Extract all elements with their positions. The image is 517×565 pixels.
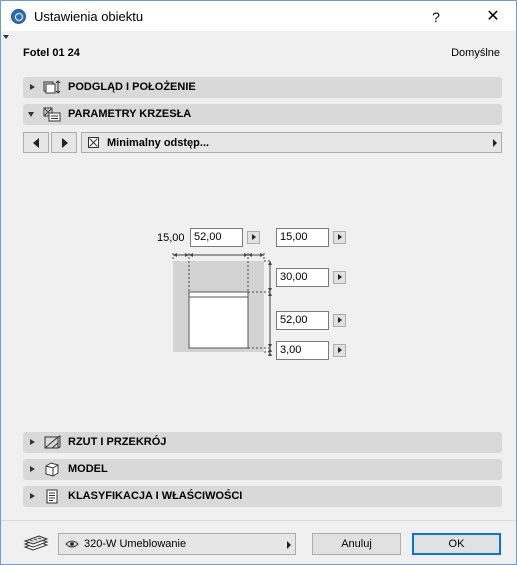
chevron-right-icon	[493, 139, 497, 147]
chair-depth-field[interactable]: 52,00	[276, 311, 329, 330]
back-clearance-field[interactable]: 30,00	[276, 268, 329, 287]
classification-icon	[46, 489, 58, 504]
eye-icon	[65, 540, 79, 548]
section-label: KLASYFIKACJA I WŁAŚCIWOŚCI	[68, 490, 243, 502]
parameter-page-navigation: Minimalny odstęp...	[23, 132, 502, 154]
section-label: PODGLĄD I POŁOŻENIE	[68, 81, 196, 93]
chair-width-field[interactable]: 52,00	[190, 228, 243, 247]
chair-parameters-icon	[43, 107, 61, 122]
collapsed-triangle-icon	[30, 493, 35, 499]
footer-separator	[1, 520, 516, 521]
chair-depth-stepper[interactable]	[333, 314, 346, 327]
layer-label: 320-W Umeblowanie	[84, 538, 187, 550]
section-label: RZUT I PRZEKRÓJ	[68, 436, 167, 448]
collapsed-triangle-icon	[30, 439, 35, 445]
help-button[interactable]: ?	[421, 6, 451, 28]
parameter-page-select[interactable]: Minimalny odstęp...	[81, 132, 502, 153]
front-clearance-field[interactable]: 3,00	[276, 341, 329, 360]
right-clearance-field[interactable]: 15,00	[276, 228, 329, 247]
layers-icon	[23, 535, 49, 551]
section-preview-position[interactable]: PODGLĄD I POŁOŻENIE	[23, 77, 502, 98]
section-model[interactable]: MODEL	[23, 459, 502, 480]
chair-width-stepper[interactable]	[247, 231, 260, 244]
collapsed-triangle-icon	[30, 466, 35, 472]
object-settings-dialog: Ustawienia obiektu ? ✕ Fotel 01 24 Domyś…	[0, 0, 517, 565]
previous-page-button[interactable]	[23, 132, 49, 153]
section-classification-properties[interactable]: KLASYFIKACJA I WŁAŚCIWOŚCI	[23, 486, 502, 507]
ok-button[interactable]: OK	[412, 533, 501, 555]
collapsed-triangle-icon	[30, 84, 35, 90]
parameter-page-label: Minimalny odstęp...	[107, 137, 210, 149]
section-label: MODEL	[68, 463, 108, 475]
clearance-page-icon	[88, 137, 99, 148]
chevron-right-icon	[287, 541, 291, 549]
window-title: Ustawienia obiektu	[34, 9, 144, 24]
model-cube-icon	[45, 462, 59, 477]
section-chair-parameters[interactable]: PARAMETRY KRZESŁA	[23, 104, 502, 125]
default-settings-label[interactable]: Domyślne	[451, 47, 500, 59]
clearance-diagram	[172, 253, 272, 356]
section-plan-section[interactable]: RZUT I PRZEKRÓJ	[23, 432, 502, 453]
title-bar[interactable]: Ustawienia obiektu ? ✕	[1, 1, 516, 31]
left-clearance-value: 15,00	[157, 232, 185, 244]
cancel-button[interactable]: Anuluj	[312, 533, 401, 555]
section-label: PARAMETRY KRZESŁA	[68, 108, 192, 120]
arrow-right-icon	[62, 138, 68, 148]
preview-position-icon	[43, 80, 61, 94]
plan-section-icon	[44, 435, 61, 449]
panel-menu-marker-icon[interactable]	[3, 35, 9, 39]
close-button[interactable]: ✕	[473, 6, 513, 28]
layer-select[interactable]: 320-W Umeblowanie	[58, 533, 296, 555]
arrow-left-icon	[33, 138, 39, 148]
archicad-app-icon	[11, 9, 26, 24]
back-clearance-stepper[interactable]	[333, 271, 346, 284]
expanded-triangle-icon	[28, 112, 34, 117]
front-clearance-stepper[interactable]	[333, 344, 346, 357]
next-page-button[interactable]	[51, 132, 77, 153]
clearance-panel: 15,00 52,00 15,00 30,00 52,00 3,00	[2, 158, 516, 428]
right-clearance-stepper[interactable]	[333, 231, 346, 244]
object-name: Fotel 01 24	[23, 47, 80, 59]
